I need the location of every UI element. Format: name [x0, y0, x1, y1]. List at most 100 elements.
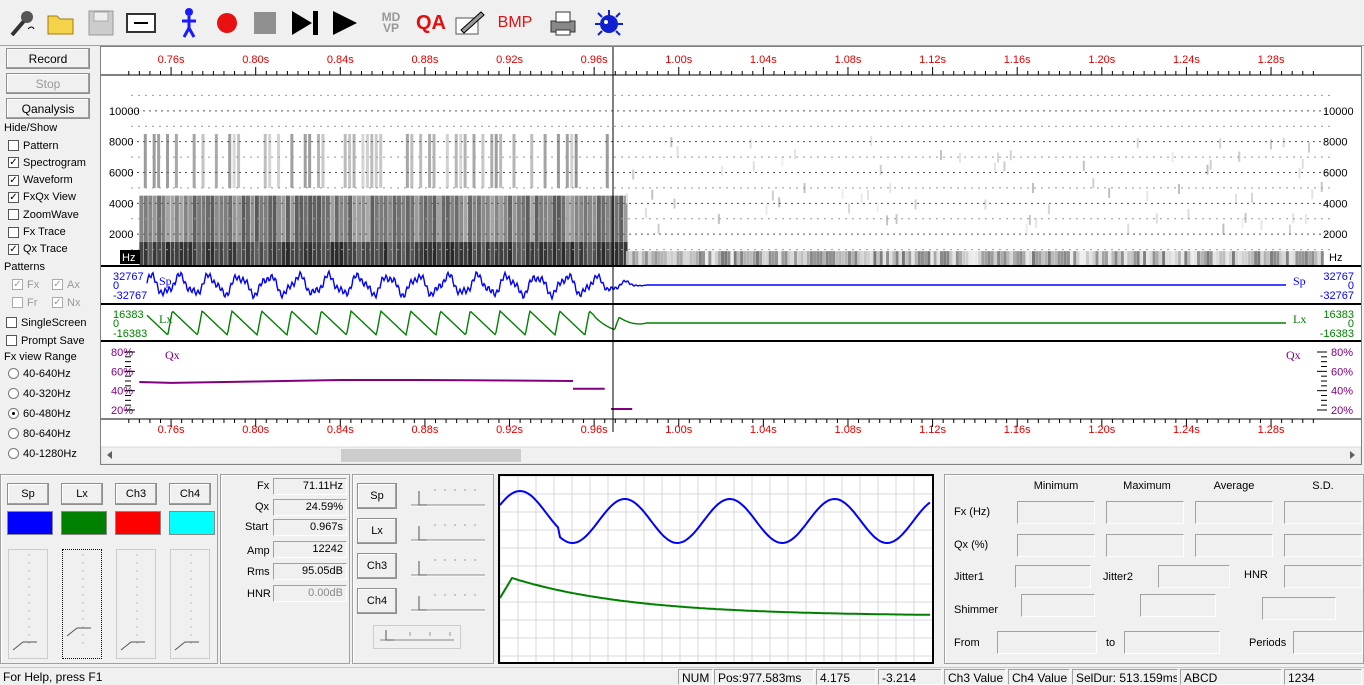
channel-volume-slider-ch4[interactable]: [170, 549, 210, 659]
channel-color-ch4[interactable]: [169, 511, 215, 535]
printer-icon[interactable]: [546, 4, 580, 42]
spectro-band: [1098, 251, 1102, 265]
single-screen-checkbox[interactable]: SingleScreen: [6, 315, 86, 330]
spectro-band: [1130, 251, 1134, 265]
mdvp-button[interactable]: MD VP: [374, 4, 408, 42]
spectro-band: [784, 251, 788, 265]
spectro-band: [161, 241, 166, 265]
mixer-master-slider[interactable]: [373, 625, 461, 649]
person-icon[interactable]: [172, 4, 206, 42]
spectro-band: [790, 251, 794, 265]
mixer-button-lx[interactable]: Lx: [357, 518, 397, 544]
window-icon[interactable]: [124, 4, 158, 42]
mixer-slider-lx[interactable]: [405, 520, 489, 546]
spectro-band: [565, 241, 570, 265]
channel-volume-slider-lx[interactable]: [62, 549, 102, 659]
channel-button-sp[interactable]: Sp: [7, 483, 49, 505]
range-radio-40-640hz[interactable]: 40-640Hz: [8, 366, 71, 381]
pattern-check-fr[interactable]: Fr: [12, 295, 37, 310]
channel-volume-slider-ch3[interactable]: [116, 549, 156, 659]
spectro-band: [1022, 251, 1026, 265]
channel-button-lx[interactable]: Lx: [61, 483, 103, 505]
spectro-band: [794, 251, 798, 265]
stop-icon[interactable]: [248, 4, 282, 42]
range-radio-60-480hz[interactable]: 60-480Hz: [8, 406, 71, 421]
code-indicator: 1234: [1284, 669, 1362, 685]
sp-label-right: Sp: [1293, 274, 1306, 288]
record-button[interactable]: Record: [6, 48, 90, 69]
prompt-save-checkbox[interactable]: Prompt Save: [6, 333, 85, 348]
spectro-band: [1000, 251, 1004, 265]
fx-avg-field: [1195, 501, 1273, 524]
channel-color-lx[interactable]: [61, 511, 107, 535]
spectro-band: [592, 241, 597, 265]
spectro-band: [263, 241, 268, 265]
record-icon[interactable]: [210, 4, 244, 42]
mixer-slider-ch4[interactable]: [405, 590, 489, 616]
edit-pencil-icon[interactable]: [452, 4, 486, 42]
spectro-band: [949, 251, 953, 265]
spectro-band: [889, 182, 892, 193]
bmp-button[interactable]: BMP: [498, 4, 533, 42]
checkbox-qx-trace[interactable]: ✓ Qx Trace: [8, 242, 68, 257]
channel-button-ch4[interactable]: Ch4: [169, 483, 211, 505]
spectro-band: [733, 251, 737, 265]
checkbox-pattern[interactable]: Pattern: [8, 138, 58, 153]
checkbox-spectrogram[interactable]: ✓ Spectrogram: [8, 155, 86, 170]
channel-color-sp[interactable]: [7, 511, 53, 535]
spectro-band: [574, 195, 579, 242]
checkbox-fxqx-view[interactable]: ✓ FxQx View: [8, 190, 76, 205]
mixer-button-ch4[interactable]: Ch4: [357, 588, 397, 614]
spectro-band: [939, 251, 943, 265]
open-folder-icon[interactable]: [44, 4, 78, 42]
spectro-band: [1187, 209, 1190, 220]
pattern-check-ax[interactable]: ✓ Ax: [52, 277, 80, 292]
hnr-field: [1284, 565, 1362, 588]
mixer-slider-sp[interactable]: [405, 485, 489, 511]
microphone-icon[interactable]: [4, 4, 38, 42]
range-radio-80-640hz[interactable]: 80-640Hz: [8, 426, 71, 441]
spectro-band: [1009, 251, 1013, 265]
channel-button-ch3[interactable]: Ch3: [115, 483, 157, 505]
spectro-band: [152, 241, 157, 265]
spectro-band: [201, 241, 206, 265]
spectro-band: [914, 199, 917, 210]
qanalysis-button[interactable]: Qanalysis: [6, 98, 90, 119]
abcd-indicator: ABCD: [1180, 669, 1282, 685]
zoom-wave-panel[interactable]: [498, 474, 934, 664]
range-radio-40-1280hz[interactable]: 40-1280Hz: [8, 446, 77, 461]
sp-label-left: Sp: [159, 274, 172, 288]
spectro-band: [374, 241, 379, 265]
spectro-band: [428, 133, 432, 188]
checkbox-fx-trace[interactable]: Fx Trace: [8, 225, 66, 240]
stop-button[interactable]: Stop: [6, 73, 90, 94]
pattern-check-fx[interactable]: ✓ Fx: [12, 277, 39, 292]
play-icon[interactable]: [328, 4, 362, 42]
channel-color-ch3[interactable]: [115, 511, 161, 535]
spectro-band: [1155, 251, 1159, 265]
channel-volume-slider-sp[interactable]: [8, 549, 48, 659]
range-radio-40-320hz[interactable]: 40-320Hz: [8, 386, 71, 401]
help-bug-icon[interactable]: [592, 4, 626, 42]
spectro-band: [1114, 251, 1118, 265]
spectro-band: [765, 251, 769, 265]
save-disk-icon[interactable]: [84, 4, 118, 42]
mixer-button-ch3[interactable]: Ch3: [357, 553, 397, 579]
pattern-check-nx[interactable]: ✓ Nx: [52, 295, 80, 310]
spectro-band: [1222, 223, 1225, 234]
analysis-display[interactable]: 0.76s 0.80s 0.84s 0.88s 0.92s 0.96s 1.00s 1.04s…: [100, 46, 1362, 465]
mixer-slider-ch3[interactable]: [405, 555, 489, 581]
spectro-band: [1092, 178, 1095, 189]
qa-button[interactable]: QA: [414, 4, 448, 42]
spectro-band: [436, 241, 441, 265]
mixer-button-sp[interactable]: Sp: [357, 483, 397, 509]
stat-qx-label: Qx (%): [954, 539, 989, 551]
spectro-band: [245, 195, 250, 242]
spectro-band: [1250, 192, 1253, 203]
time-tick-label: 1.20s: [1088, 424, 1115, 436]
spectro-band: [1117, 251, 1121, 265]
checkbox-waveform[interactable]: ✓ Waveform: [8, 173, 73, 188]
checkbox-zoomwave[interactable]: ZoomWave: [8, 207, 79, 222]
toolbar: MD VP QA BMP: [0, 0, 1364, 46]
step-play-icon[interactable]: [288, 4, 322, 42]
